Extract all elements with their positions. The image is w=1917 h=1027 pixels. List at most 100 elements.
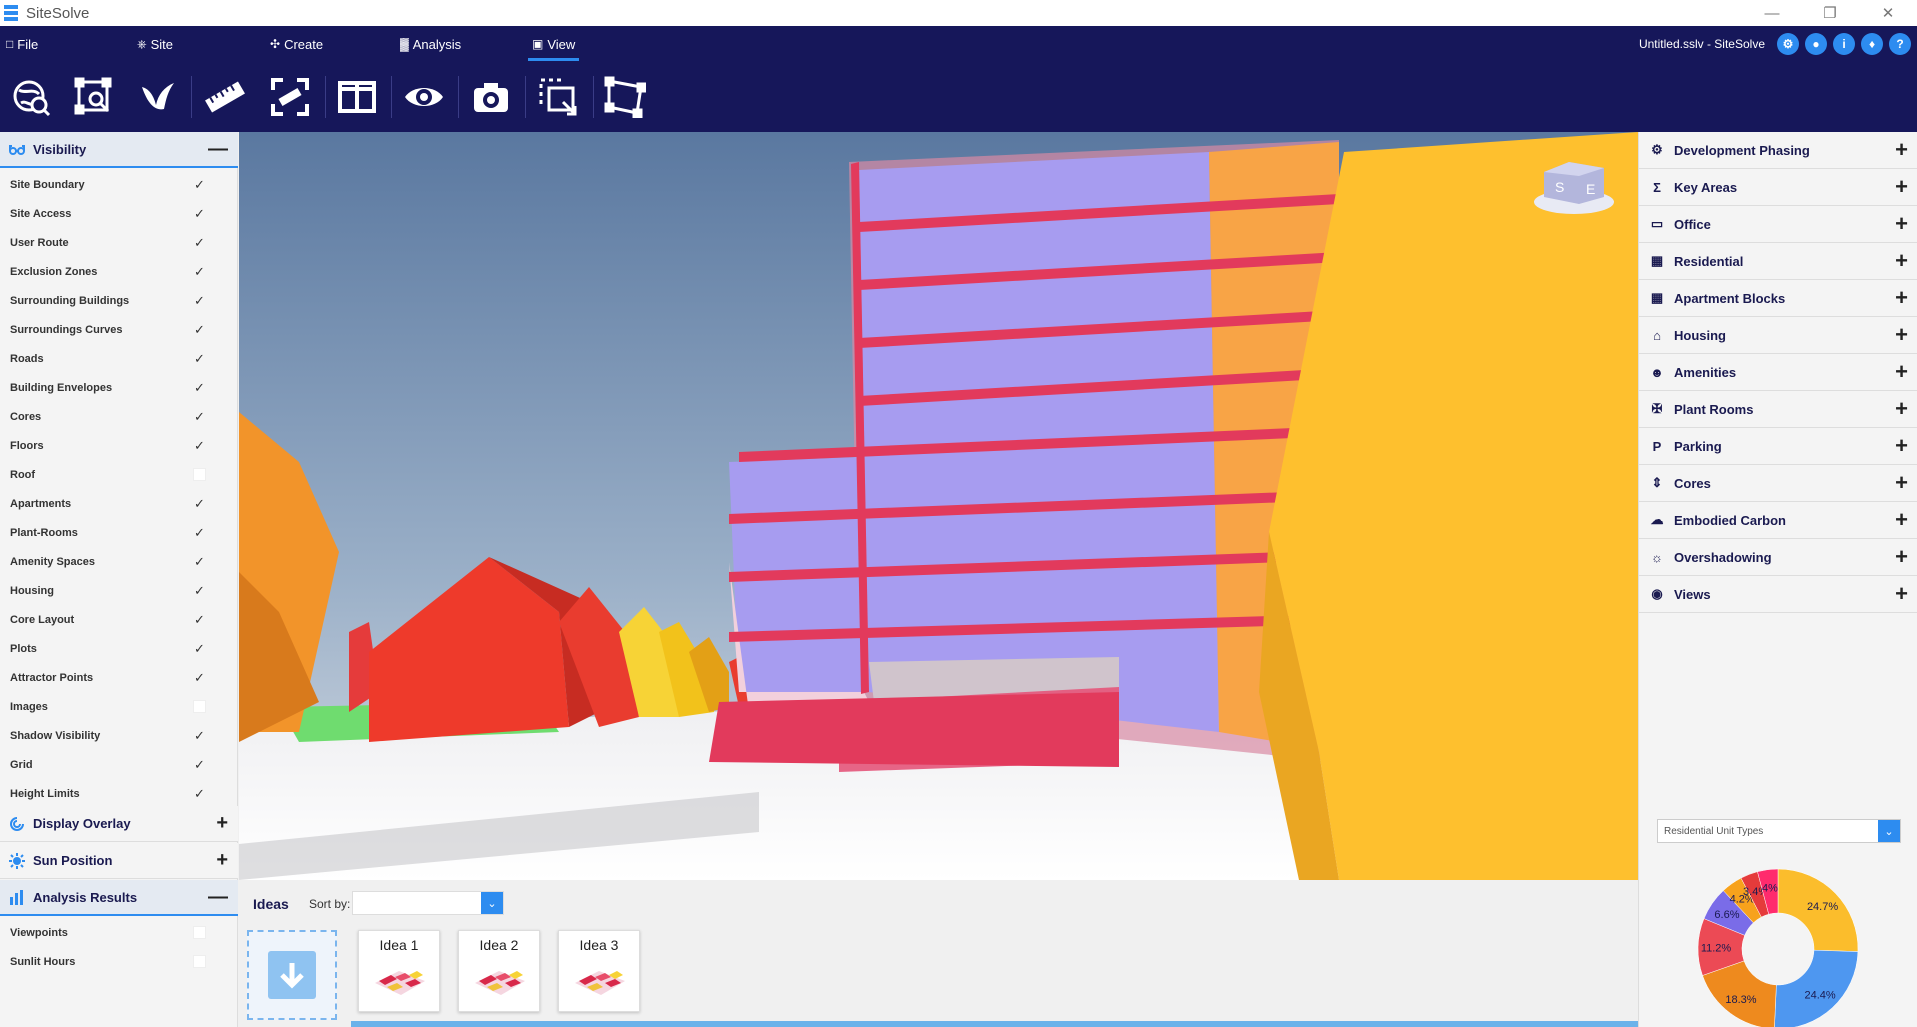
- save-idea-button[interactable]: [247, 930, 337, 1020]
- visibility-checkbox[interactable]: [193, 468, 206, 481]
- visibility-checkbox[interactable]: ✓: [193, 178, 206, 191]
- expand-icon[interactable]: +: [1895, 398, 1908, 420]
- menu-file[interactable]: □ File: [6, 26, 38, 62]
- visibility-item[interactable]: Plots ✓: [0, 634, 238, 663]
- visibility-checkbox[interactable]: ✓: [193, 439, 206, 452]
- expand-icon[interactable]: +: [1895, 324, 1908, 346]
- expand-icon[interactable]: +: [1895, 176, 1908, 198]
- restore-button[interactable]: ❐: [1801, 0, 1859, 26]
- chevron-down-icon[interactable]: ⌄: [1878, 820, 1900, 842]
- chevron-down-icon[interactable]: ⌄: [481, 892, 503, 914]
- category-row[interactable]: ☻ Amenities +: [1639, 354, 1917, 391]
- bird-view-icon[interactable]: [135, 74, 181, 120]
- collapse-icon[interactable]: —: [208, 887, 228, 907]
- idea-card[interactable]: Idea 1: [358, 930, 440, 1012]
- visibility-item[interactable]: Shadow Visibility ✓: [0, 721, 238, 750]
- visibility-item[interactable]: Floors ✓: [0, 431, 238, 460]
- chart-type-select[interactable]: Residential Unit Types ⌄: [1657, 819, 1901, 843]
- visibility-checkbox[interactable]: ✓: [193, 584, 206, 597]
- expand-icon[interactable]: +: [1895, 546, 1908, 568]
- visibility-checkbox[interactable]: ✓: [193, 265, 206, 278]
- expand-icon[interactable]: +: [1895, 139, 1908, 161]
- visibility-item[interactable]: Roof: [0, 460, 238, 489]
- visibility-item[interactable]: Surrounding Buildings ✓: [0, 286, 238, 315]
- info-icon[interactable]: i: [1833, 33, 1855, 55]
- analysis-item[interactable]: Viewpoints: [0, 918, 238, 947]
- category-row[interactable]: ⚙ Development Phasing +: [1639, 132, 1917, 169]
- category-row[interactable]: ▭ Office +: [1639, 206, 1917, 243]
- menu-analysis[interactable]: ▓ Analysis: [400, 26, 461, 62]
- expand-icon[interactable]: +: [1895, 472, 1908, 494]
- crop-icon[interactable]: [535, 74, 581, 120]
- analysis-item[interactable]: Sunlit Hours: [0, 947, 238, 976]
- visibility-checkbox[interactable]: ✓: [193, 352, 206, 365]
- visibility-checkbox[interactable]: ✓: [193, 787, 206, 800]
- visibility-item[interactable]: Images: [0, 692, 238, 721]
- zoom-extents-icon[interactable]: [71, 74, 117, 120]
- visibility-checkbox[interactable]: ✓: [193, 497, 206, 510]
- 3d-viewport[interactable]: S E: [239, 132, 1638, 880]
- eye-icon[interactable]: [401, 74, 447, 120]
- sort-select[interactable]: ⌄: [352, 891, 504, 915]
- visibility-item[interactable]: Apartments ✓: [0, 489, 238, 518]
- visibility-item[interactable]: Grid ✓: [0, 750, 238, 779]
- visibility-item[interactable]: Site Boundary ✓: [0, 170, 238, 199]
- visibility-checkbox[interactable]: ✓: [193, 381, 206, 394]
- visibility-checkbox[interactable]: ✓: [193, 555, 206, 568]
- close-button[interactable]: ✕: [1859, 0, 1917, 26]
- visibility-header[interactable]: Visibility —: [0, 132, 238, 168]
- visibility-checkbox[interactable]: ✓: [193, 526, 206, 539]
- visibility-checkbox[interactable]: ✓: [193, 294, 206, 307]
- idea-card[interactable]: Idea 2: [458, 930, 540, 1012]
- analysis-results-header[interactable]: Analysis Results —: [0, 880, 238, 916]
- settings-icon[interactable]: ⚙: [1777, 33, 1799, 55]
- sun-position-header[interactable]: Sun Position +: [0, 843, 238, 879]
- display-overlay-header[interactable]: Display Overlay +: [0, 806, 238, 842]
- category-row[interactable]: ⌂ Housing +: [1639, 317, 1917, 354]
- visibility-checkbox[interactable]: ✓: [193, 207, 206, 220]
- globe-view-icon[interactable]: [8, 74, 54, 120]
- perspective-icon[interactable]: [602, 74, 648, 120]
- visibility-item[interactable]: Roads ✓: [0, 344, 238, 373]
- category-row[interactable]: ◉ Views +: [1639, 576, 1917, 613]
- visibility-checkbox[interactable]: ✓: [193, 671, 206, 684]
- visibility-checkbox[interactable]: ✓: [193, 410, 206, 423]
- minimize-button[interactable]: —: [1743, 0, 1801, 26]
- expand-icon[interactable]: +: [216, 850, 228, 870]
- visibility-item[interactable]: Surroundings Curves ✓: [0, 315, 238, 344]
- menu-site[interactable]: ⎈ Site: [137, 26, 173, 62]
- expand-icon[interactable]: +: [1895, 361, 1908, 383]
- expand-icon[interactable]: +: [1895, 509, 1908, 531]
- analysis-checkbox[interactable]: [193, 955, 206, 968]
- idea-card[interactable]: Idea 3: [558, 930, 640, 1012]
- visibility-item[interactable]: Amenity Spaces ✓: [0, 547, 238, 576]
- visibility-checkbox[interactable]: ✓: [193, 642, 206, 655]
- help-icon[interactable]: ?: [1889, 33, 1911, 55]
- analysis-checkbox[interactable]: [193, 926, 206, 939]
- visibility-item[interactable]: Height Limits ✓: [0, 779, 238, 808]
- visibility-item[interactable]: Housing ✓: [0, 576, 238, 605]
- category-row[interactable]: ▦ Residential +: [1639, 243, 1917, 280]
- collapse-icon[interactable]: —: [208, 139, 228, 159]
- visibility-item[interactable]: Exclusion Zones ✓: [0, 257, 238, 286]
- category-row[interactable]: P Parking +: [1639, 428, 1917, 465]
- bell-icon[interactable]: ♦: [1861, 33, 1883, 55]
- fullscreen-icon[interactable]: [267, 74, 313, 120]
- category-row[interactable]: ▦ Apartment Blocks +: [1639, 280, 1917, 317]
- visibility-item[interactable]: Site Access ✓: [0, 199, 238, 228]
- menu-view[interactable]: ▣ View: [527, 26, 580, 62]
- visibility-checkbox[interactable]: ✓: [193, 323, 206, 336]
- expand-icon[interactable]: +: [1895, 250, 1908, 272]
- visibility-item[interactable]: Cores ✓: [0, 402, 238, 431]
- camera-icon[interactable]: [468, 74, 514, 120]
- category-row[interactable]: Σ Key Areas +: [1639, 169, 1917, 206]
- visibility-checkbox[interactable]: ✓: [193, 758, 206, 771]
- user-icon[interactable]: ●: [1805, 33, 1827, 55]
- visibility-item[interactable]: User Route ✓: [0, 228, 238, 257]
- visibility-checkbox[interactable]: ✓: [193, 729, 206, 742]
- visibility-checkbox[interactable]: ✓: [193, 613, 206, 626]
- visibility-checkbox[interactable]: ✓: [193, 236, 206, 249]
- category-row[interactable]: ☼ Overshadowing +: [1639, 539, 1917, 576]
- visibility-checkbox[interactable]: [193, 700, 206, 713]
- expand-icon[interactable]: +: [1895, 287, 1908, 309]
